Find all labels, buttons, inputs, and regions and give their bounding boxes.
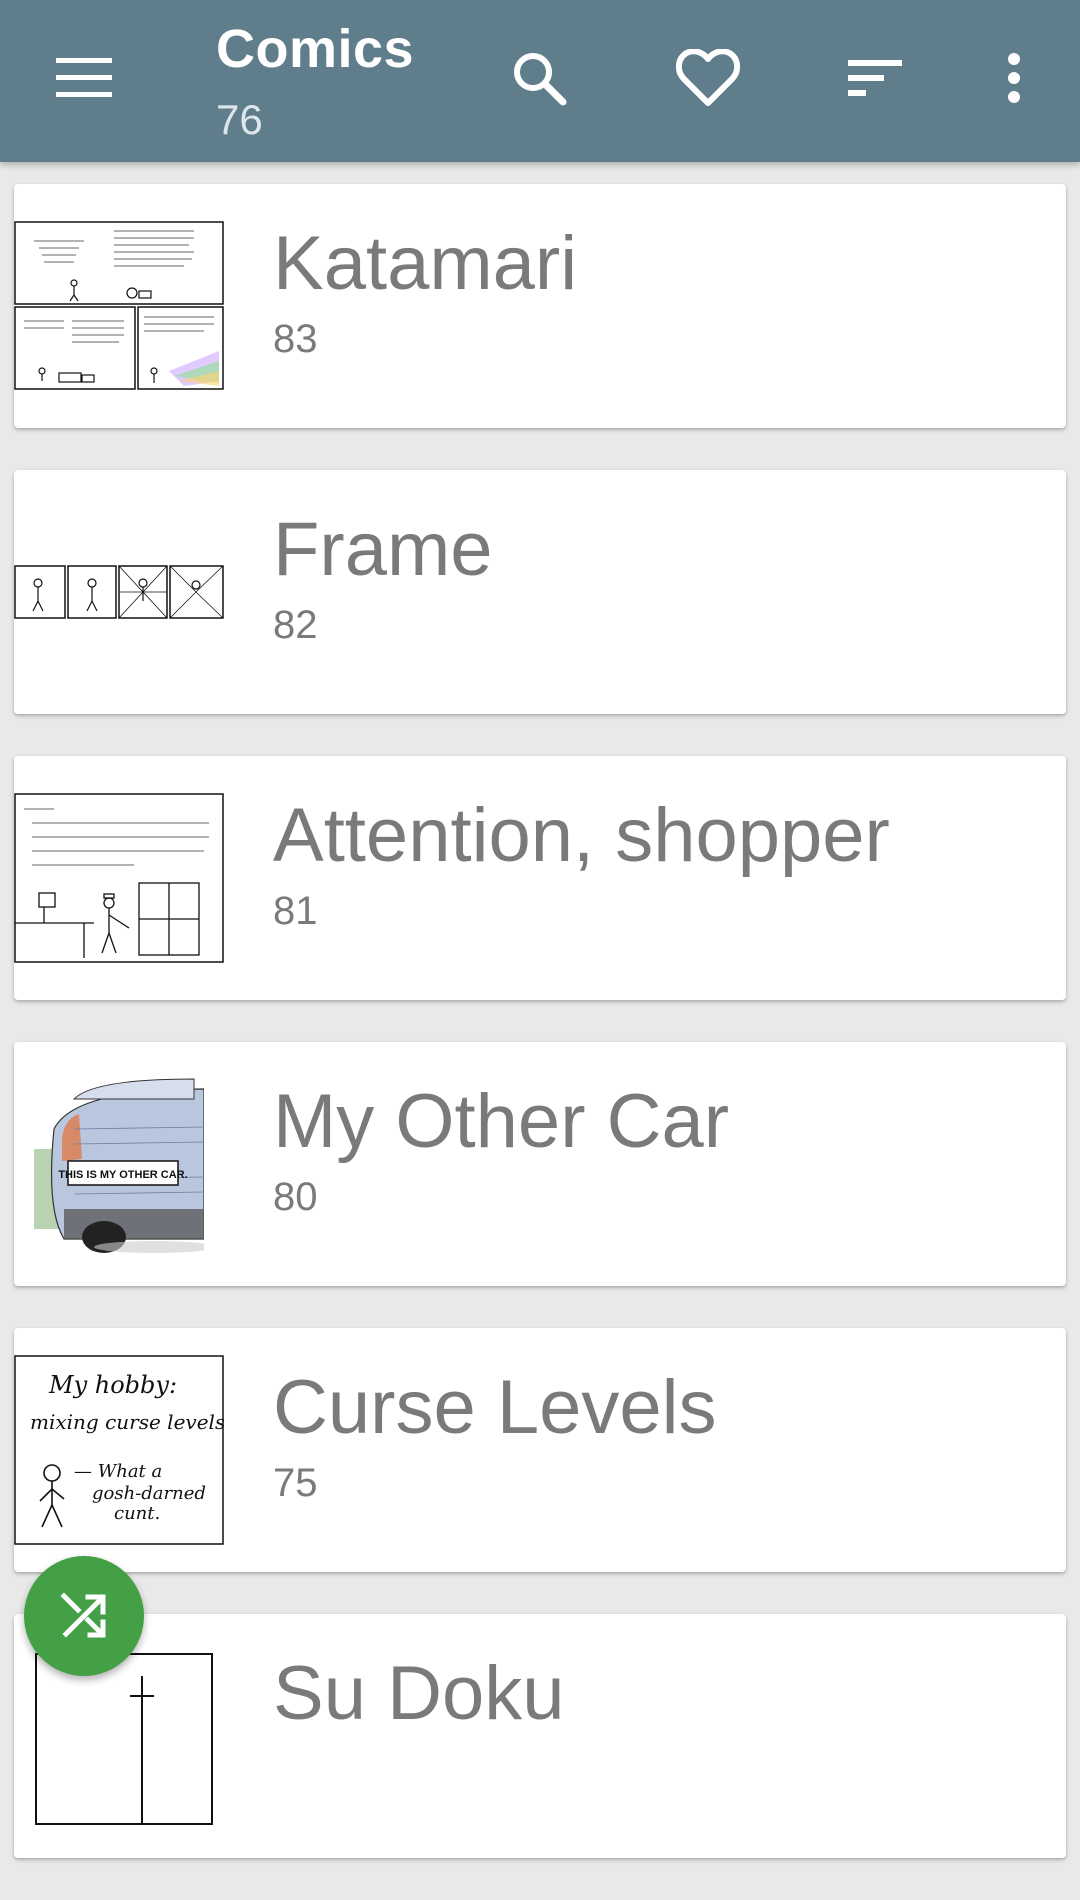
comic-thumbnail: THIS IS MY OTHER CAR. (14, 1064, 224, 1264)
comic-number: 83 (273, 317, 318, 361)
comic-title: Katamari (273, 221, 578, 306)
sort-button[interactable] (832, 34, 920, 122)
comic-number: 82 (273, 603, 318, 647)
menu-icon (56, 58, 112, 97)
katamari-thumbnail-image (14, 221, 224, 390)
comic-thumbnail (14, 1636, 224, 1836)
curse-text-4: gosh-darned (92, 1483, 206, 1504)
menu-button[interactable] (40, 34, 128, 122)
random-comic-button[interactable] (24, 1556, 144, 1676)
favorites-button[interactable] (664, 34, 752, 122)
more-options-button[interactable] (970, 34, 1058, 122)
comic-list: Katamari 83 Frame 82 Attention, shopper … (14, 184, 1066, 1900)
comic-card[interactable]: Katamari 83 (14, 184, 1066, 428)
comic-title: My Other Car (273, 1079, 730, 1164)
shuffle-icon (60, 1592, 106, 1638)
sort-icon (848, 60, 902, 96)
my-other-car-thumbnail-image: THIS IS MY OTHER CAR. (34, 1078, 204, 1253)
app-bar: Comics 76 (0, 0, 1080, 162)
comic-count: 76 (216, 96, 263, 143)
comic-card[interactable]: Frame 82 (14, 470, 1066, 714)
comic-number: 80 (273, 1175, 318, 1219)
comic-thumbnail (14, 206, 224, 406)
comic-number: 81 (273, 889, 318, 933)
title-area: Comics 76 (216, 16, 414, 146)
curse-text-1: My hobby: (48, 1371, 177, 1399)
comic-title: Su Doku (273, 1651, 565, 1736)
curse-text-3: — What a (74, 1461, 162, 1482)
page-title: Comics (216, 19, 415, 79)
comic-card[interactable]: THIS IS MY OTHER CAR. My Other Car 80 (14, 1042, 1066, 1286)
comic-thumbnail (14, 778, 224, 978)
more-vert-icon (1008, 53, 1020, 103)
search-button[interactable] (495, 34, 583, 122)
license-plate-text: THIS IS MY OTHER CAR. (58, 1169, 187, 1181)
curse-text-5: cunt. (114, 1503, 160, 1524)
comic-card[interactable]: Attention, shopper 81 (14, 756, 1066, 1000)
comic-card[interactable]: My hobby: mixing curse levels — What a g… (14, 1328, 1066, 1572)
attention-shopper-thumbnail-image (14, 793, 224, 963)
heart-icon (676, 49, 740, 106)
comic-title: Frame (273, 507, 493, 592)
comic-thumbnail (14, 492, 224, 692)
comic-title: Attention, shopper (273, 793, 890, 878)
curse-levels-thumbnail-image: My hobby: mixing curse levels — What a g… (14, 1355, 224, 1545)
curse-text-2: mixing curse levels (30, 1410, 224, 1434)
frame-thumbnail-image (14, 565, 224, 619)
search-icon (514, 53, 567, 106)
comic-number: 75 (273, 1461, 318, 1505)
comic-card[interactable]: Su Doku (14, 1614, 1066, 1858)
comic-title: Curse Levels (273, 1365, 717, 1450)
comic-thumbnail: My hobby: mixing curse levels — What a g… (14, 1350, 224, 1550)
